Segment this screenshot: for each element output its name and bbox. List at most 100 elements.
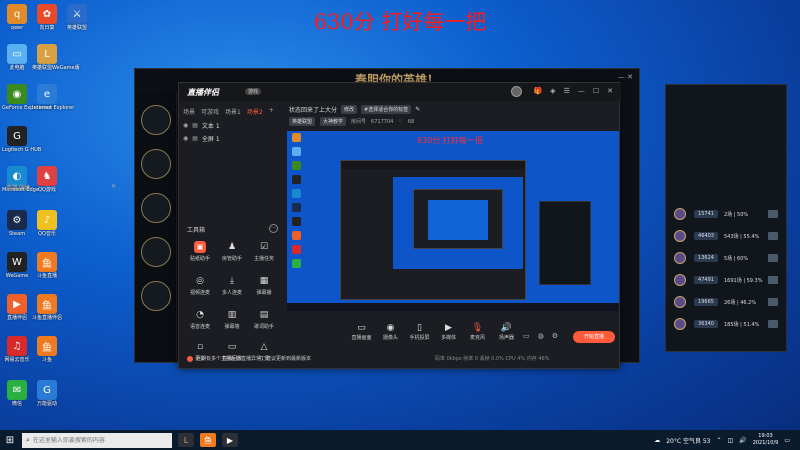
desktop-icon-lol-wegame[interactable]: L 英雄联盟WeGame版 <box>32 44 80 71</box>
tray-chevron-icon[interactable]: ⌃ <box>717 437 722 444</box>
avatar[interactable] <box>511 86 522 97</box>
desktop-icon-douyu-2[interactable]: 鱼斗鱼 <box>32 336 62 363</box>
desktop-icon-qwer[interactable]: q qwer <box>2 4 32 31</box>
network-icon[interactable]: ◫ <box>728 437 734 444</box>
sub-category-tag[interactable]: 大神教学 <box>320 117 347 126</box>
game-window-controls[interactable]: — ✕ <box>618 73 633 81</box>
maximize-icon[interactable]: ☐ <box>593 87 599 95</box>
settings-icon[interactable]: ⚙ <box>552 332 558 340</box>
screen-icon: ▭ <box>357 323 366 333</box>
clock[interactable]: 19:03 2021/10/9 <box>753 433 779 447</box>
taskbar: ⊞ ⌕ L 鱼 ▶ ☁ 20°C 空气良 53 ⌃ ◫ 🔊 19:03 2021… <box>0 430 800 450</box>
add-scene-icon[interactable]: + <box>269 107 274 116</box>
windows-start-icon[interactable]: ⊞ <box>0 435 20 446</box>
add-camera-button[interactable]: ◉ 摄像头 <box>376 323 405 341</box>
list-item[interactable]: ◉ ▤ 全屏 1 <box>183 132 281 145</box>
eye-icon[interactable]: ◉ <box>183 122 188 129</box>
desktop-icon-sunflower[interactable]: ✿ 向日葵 <box>32 4 62 31</box>
media-button[interactable]: ▶ 多媒体 <box>434 323 463 341</box>
tool-sticker[interactable]: ▣ 贴纸助手 <box>185 241 215 262</box>
tab-game[interactable]: 可游戏 <box>201 107 219 116</box>
phone-cast-button[interactable]: ▯ 手机投屏 <box>405 323 434 341</box>
skin-icon[interactable]: ◈ <box>550 87 555 95</box>
rank-emblem-icon[interactable] <box>140 105 171 135</box>
record-icon[interactable]: ▭ <box>523 332 530 340</box>
taskbar-app-live[interactable]: ▶ <box>222 433 238 447</box>
mic-button[interactable]: 🎙 麦克风 <box>463 323 492 341</box>
desktop-icon-douyu[interactable]: 鱼斗鱼直播 <box>32 252 62 279</box>
menu-icon[interactable]: ☰ <box>564 87 570 95</box>
hero-stats-row[interactable]: 13624 5场 | 60% <box>674 249 782 267</box>
taskbar-app-lol[interactable]: L <box>178 433 194 447</box>
list-item[interactable]: ◉ ▤ 文本 1 <box>183 119 281 132</box>
desktop-icon-steam[interactable]: ⚙ Steam <box>2 210 32 237</box>
hero-stats-row[interactable]: 19665 26场 | 46.2% <box>674 293 782 311</box>
hero-stats-row[interactable]: 15741 2场 | 50% <box>674 205 782 223</box>
notification-icon[interactable]: ▭ <box>784 437 790 444</box>
weather-icon: ☁ <box>654 436 661 444</box>
speaker-button[interactable]: 🔊 扬声器 <box>492 323 521 341</box>
close-icon[interactable]: ✕ <box>111 183 116 190</box>
rank-emblem-icon[interactable] <box>140 193 171 223</box>
hero-stats-row[interactable]: 46403 543场 | 55.4% <box>674 227 782 245</box>
search-input[interactable] <box>32 436 163 444</box>
tool-voice[interactable]: ◔ 语音连麦 <box>185 309 215 330</box>
volume-icon[interactable]: 🔊 <box>739 437 746 444</box>
edit-icon[interactable]: ✎ <box>415 106 420 113</box>
rank-emblem-icon[interactable] <box>140 237 171 267</box>
tool-task[interactable]: ☑ 主播任务 <box>249 241 279 262</box>
weather-text[interactable]: 20°C 空气良 53 <box>666 436 710 445</box>
tab-scene-1[interactable]: 场景1 <box>225 107 241 116</box>
desktop-icon-douyu-companion[interactable]: 鱼斗鱼直播伴侣 <box>32 294 62 321</box>
edit-title-button[interactable]: 修改 <box>341 105 358 114</box>
stream-title: 状态回来了上大分 <box>289 107 338 114</box>
hero-stats-row[interactable]: 36340 185场 | 51.4% <box>674 315 782 333</box>
system-tray: ☁ 20°C 空气良 53 ⌃ ◫ 🔊 19:03 2021/10/9 ▭ <box>654 433 800 447</box>
taskbar-app-douyu[interactable]: 鱼 <box>200 433 216 447</box>
desktop-icon-qq-music[interactable]: ♪ QQ音乐 <box>32 210 62 237</box>
desktop-icon-driver[interactable]: G 万能驱动 <box>32 380 62 407</box>
multi-call-icon: ⤓ <box>230 276 234 286</box>
tool-multi-call[interactable]: ⤓ 多人连麦 <box>217 275 247 296</box>
lyrics-icon: ▤ <box>259 310 269 320</box>
desktop-icon-wechat[interactable]: ✉ 微信 <box>2 380 32 407</box>
rank-emblem-icon[interactable] <box>140 149 171 179</box>
category-tag[interactable]: 英雄联盟 <box>289 117 316 126</box>
add-screen-button[interactable]: ▭ 直播画面 <box>347 323 376 341</box>
taskbar-search[interactable]: ⌕ <box>22 432 172 448</box>
music-icon: ♫ <box>7 336 27 356</box>
mode-badge[interactable]: 游戏 <box>245 88 262 95</box>
eye-icon[interactable]: ◉ <box>183 135 188 142</box>
desktop-icon-wegame[interactable]: W WeGame <box>2 252 32 279</box>
gift-icon[interactable]: 🎁 <box>533 87 542 95</box>
rank-emblem-icon[interactable] <box>140 281 171 311</box>
app-titlebar: 直播伴侣 游戏 🎁 ◈ ☰ — ☐ ✕ <box>179 83 621 101</box>
lock-icon[interactable]: ▤ <box>192 135 198 142</box>
desktop-icon-logitech[interactable]: G Logitech G HUB <box>2 126 41 153</box>
tab-scene[interactable]: 场景 <box>183 107 195 116</box>
tag-select-button[interactable]: #选择适合你的标签 <box>361 105 412 114</box>
desktop-icon-ie[interactable]: e Internet Explorer <box>32 84 74 111</box>
tool-wall[interactable]: ▥ 弹幕墙 <box>217 309 247 330</box>
minimize-icon[interactable]: — <box>578 87 585 95</box>
search-icon: ⌕ <box>26 435 30 444</box>
desktop-icon-live-companion[interactable]: ▶ 直播伴侣 <box>2 294 32 321</box>
close-icon[interactable]: ✕ <box>607 87 613 95</box>
ie-icon: e <box>37 84 57 104</box>
tab-scene-2[interactable]: 场景2 <box>247 107 263 116</box>
hero-stats-row[interactable]: 47491 1691场 | 59.3% <box>674 271 782 289</box>
studio-icon[interactable]: ◍ <box>538 332 544 340</box>
tool-danmaku[interactable]: ▦ 弹幕播 <box>249 275 279 296</box>
desktop-icon-geforce[interactable]: ◉ GeForce Experience <box>2 84 52 111</box>
more-icon[interactable]: ··· <box>269 224 278 233</box>
live-preview[interactable]: 630分 打好每一把 <box>287 131 619 311</box>
tool-manager[interactable]: ♟ 房管助手 <box>217 241 247 262</box>
desktop-icon-this-pc[interactable]: ▭ 此电脑 <box>2 44 32 71</box>
desktop-icon-lol[interactable]: ⚔ 英雄联盟 <box>62 4 92 31</box>
lock-icon[interactable]: ▤ <box>192 122 198 129</box>
desktop-icon-netease-music[interactable]: ♫ 网易云音乐 <box>2 336 32 363</box>
tool-video-call[interactable]: ◎ 视频连麦 <box>185 275 215 296</box>
qq-music-icon: ♪ <box>37 210 57 230</box>
tool-lyrics[interactable]: ▤ 歌词助手 <box>249 309 279 330</box>
start-live-button[interactable]: 开始直播 <box>573 331 615 343</box>
